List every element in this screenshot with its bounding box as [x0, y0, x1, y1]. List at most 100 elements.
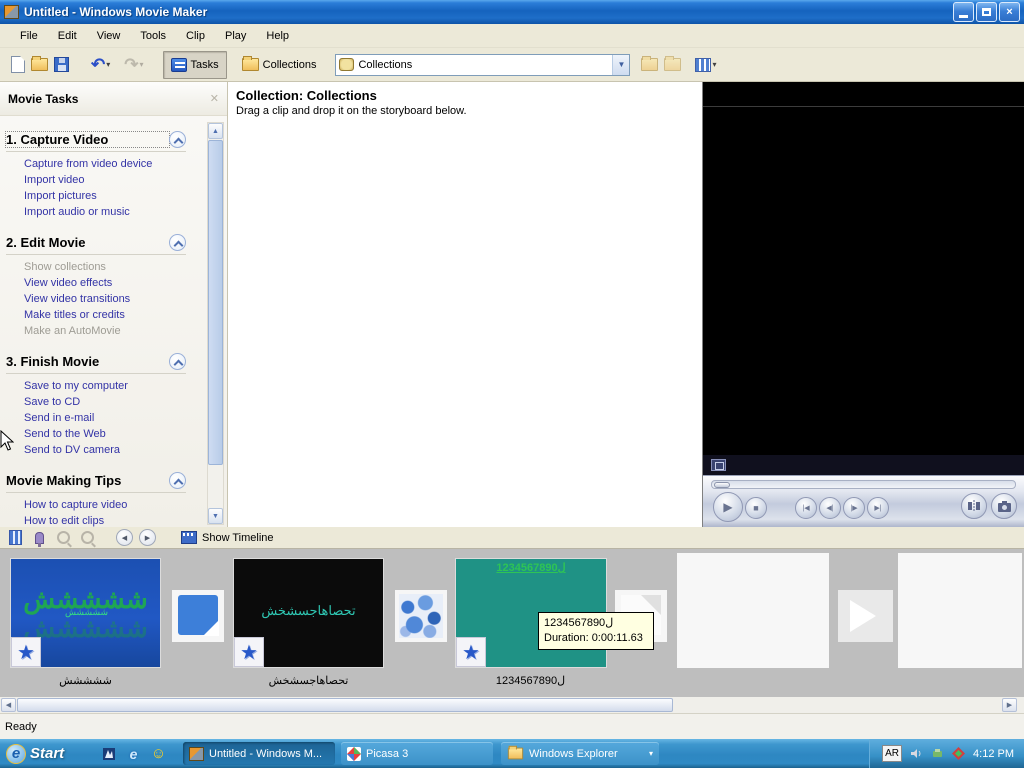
task-pane-scrollbar[interactable]: ▲ ▼ — [207, 122, 224, 525]
link-send-email[interactable]: Send in e-mail — [6, 410, 208, 426]
menu-clip[interactable]: Clip — [176, 27, 215, 45]
play-button[interactable]: ▶ — [713, 492, 743, 522]
save-project-button[interactable] — [51, 52, 72, 78]
storyboard-hscrollbar[interactable]: ◀ ▶ — [0, 697, 1024, 713]
volume-icon[interactable] — [910, 747, 923, 760]
redo-button[interactable]: ↷ ▾ — [121, 52, 146, 78]
antivirus-icon[interactable] — [952, 747, 966, 760]
tasks-icon — [170, 57, 187, 72]
link-how-edit[interactable]: How to edit clips — [6, 513, 208, 527]
link-import-pictures[interactable]: Import pictures — [6, 188, 208, 204]
menu-view[interactable]: View — [87, 27, 131, 45]
start-button[interactable]: e Start — [0, 739, 78, 768]
quicklaunch-messenger-icon[interactable]: ☺ — [150, 745, 167, 762]
link-capture-from-device[interactable]: Capture from video device — [6, 156, 208, 172]
quicklaunch-ie-icon[interactable]: e — [125, 745, 142, 762]
group-dropdown-arrow[interactable]: ▾ — [649, 749, 653, 758]
hscroll-thumb[interactable] — [17, 698, 673, 712]
audio-levels-button[interactable] — [6, 529, 24, 546]
stop-button[interactable]: ■ — [745, 497, 767, 519]
take-picture-button[interactable] — [991, 493, 1017, 519]
scrollbar-thumb[interactable] — [208, 140, 223, 465]
link-save-computer[interactable]: Save to my computer — [6, 378, 208, 394]
undo-button[interactable]: ↶ ▾ — [88, 52, 113, 78]
redo-icon: ↷ — [124, 55, 139, 74]
rewind-storyboard-button[interactable]: ◀ — [116, 529, 133, 546]
storyboard-empty-cell[interactable] — [898, 553, 1022, 668]
next-frame-button[interactable]: ▶| — [867, 497, 889, 519]
views-button[interactable]: ▾ — [692, 52, 719, 78]
close-button[interactable]: × — [999, 2, 1020, 22]
storyboard-clip[interactable]: تحصاهاجسشخش ★ — [233, 558, 384, 668]
minimize-button[interactable] — [953, 2, 974, 22]
collections-folder-icon — [241, 56, 259, 71]
task-pane-close-icon[interactable]: ✕ — [210, 92, 219, 105]
menu-file[interactable]: File — [10, 27, 48, 45]
menu-tools[interactable]: Tools — [130, 27, 176, 45]
transition-cell-page-curl[interactable] — [172, 590, 224, 642]
tasks-toggle-button[interactable]: Tasks — [162, 50, 227, 79]
language-indicator[interactable]: AR — [882, 745, 903, 762]
link-make-titles[interactable]: Make titles or credits — [6, 307, 208, 323]
link-how-capture[interactable]: How to capture video — [6, 497, 208, 513]
link-send-dv[interactable]: Send to DV camera — [6, 442, 208, 458]
preview-monitor: ▶ ■ |◀ ◀| |▶ ▶| — [703, 82, 1024, 527]
section-movie-tips[interactable]: Movie Making Tips — [6, 472, 186, 493]
link-view-effects[interactable]: View video effects — [6, 275, 208, 291]
section-finish-movie[interactable]: 3. Finish Movie — [6, 353, 186, 374]
link-send-web[interactable]: Send to the Web — [6, 426, 208, 442]
narrate-timeline-button[interactable] — [30, 529, 48, 547]
combobox-dropdown-button[interactable]: ▼ — [612, 54, 630, 75]
quicklaunch-app-icon[interactable] — [100, 745, 117, 762]
step-back-button[interactable]: ◀| — [819, 497, 841, 519]
scroll-up-icon[interactable]: ▲ — [208, 123, 223, 139]
hscroll-right-icon[interactable]: ▶ — [1002, 698, 1017, 712]
menu-edit[interactable]: Edit — [48, 27, 87, 45]
menu-play[interactable]: Play — [215, 27, 256, 45]
collections-toggle-button[interactable]: Collections — [235, 51, 324, 79]
collapse-chevron-icon[interactable] — [169, 353, 186, 370]
step-forward-button[interactable]: |▶ — [843, 497, 865, 519]
storyboard-empty-cell[interactable] — [677, 553, 829, 668]
split-clip-button[interactable] — [961, 493, 987, 519]
views-dropdown-arrow[interactable]: ▾ — [712, 60, 716, 69]
taskbar-button-picasa[interactable]: Picasa 3 — [341, 742, 493, 765]
storyboard-clip[interactable]: ششششش ششششش ششششش ★ — [10, 558, 161, 668]
system-tray: AR 4:12 PM — [869, 739, 1024, 768]
collapse-chevron-icon[interactable] — [169, 234, 186, 251]
link-view-transitions[interactable]: View video transitions — [6, 291, 208, 307]
collapse-chevron-icon[interactable] — [169, 131, 186, 148]
link-import-audio[interactable]: Import audio or music — [6, 204, 208, 220]
new-project-button[interactable] — [8, 52, 28, 78]
restore-button[interactable] — [976, 2, 997, 22]
taskbar-button-explorer-group[interactable]: Windows Explorer ▾ — [501, 742, 659, 765]
up-one-level-button[interactable] — [638, 52, 661, 78]
open-project-button[interactable] — [28, 52, 51, 78]
seek-bar[interactable] — [711, 480, 1016, 489]
section-capture-video[interactable]: 1. Capture Video — [5, 131, 186, 152]
status-bar: Ready — [0, 713, 1024, 739]
menu-help[interactable]: Help — [256, 27, 299, 45]
link-import-video[interactable]: Import video — [6, 172, 208, 188]
new-collection-button[interactable] — [661, 52, 684, 78]
scroll-down-icon[interactable]: ▼ — [208, 508, 223, 524]
show-timeline-button[interactable]: Show Timeline — [176, 530, 279, 545]
start-logo-icon: e — [6, 743, 26, 764]
transition-cell-shatter[interactable] — [395, 590, 447, 642]
taskbar-button-moviemaker[interactable]: Untitled - Windows M... — [183, 742, 335, 765]
clip-caption: 1234567890ل — [495, 675, 566, 687]
link-save-cd[interactable]: Save to CD — [6, 394, 208, 410]
fullscreen-icon[interactable] — [711, 459, 726, 471]
undo-dropdown-arrow[interactable]: ▾ — [106, 60, 110, 69]
transition-cell-arrow[interactable] — [838, 590, 893, 642]
collection-combobox[interactable]: Collections ▼ — [335, 53, 631, 76]
collapse-chevron-icon[interactable] — [169, 472, 186, 489]
seek-thumb[interactable] — [714, 482, 730, 488]
window-title: Untitled - Windows Movie Maker — [24, 5, 208, 19]
section-edit-movie[interactable]: 2. Edit Movie — [6, 234, 186, 255]
play-storyboard-button[interactable]: ▶ — [139, 529, 156, 546]
audio-levels-icon — [8, 530, 22, 545]
hscroll-left-icon[interactable]: ◀ — [1, 698, 16, 712]
safely-remove-icon[interactable] — [931, 747, 944, 760]
previous-frame-button[interactable]: |◀ — [795, 497, 817, 519]
